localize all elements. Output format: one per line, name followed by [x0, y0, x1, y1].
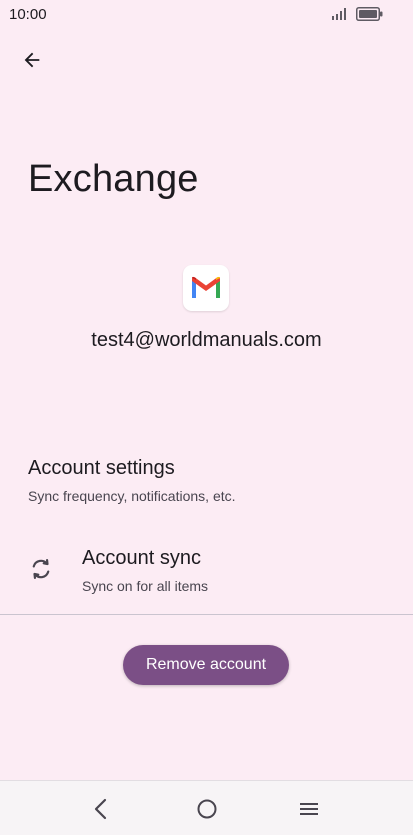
nav-menu-button[interactable]: [294, 794, 324, 824]
back-button[interactable]: [12, 40, 52, 80]
status-bar: 10:00: [0, 0, 413, 30]
nav-home-button[interactable]: [192, 794, 222, 824]
divider: [0, 614, 413, 615]
page-title: Exchange: [28, 158, 199, 200]
gmail-icon: [192, 276, 220, 298]
status-icons: [331, 7, 383, 21]
account-settings-title: Account settings: [28, 457, 175, 479]
account-settings-subtitle: Sync frequency, notifications, etc.: [28, 488, 236, 504]
home-nav-icon: [197, 799, 217, 819]
menu-nav-icon: [300, 803, 318, 815]
account-settings-item[interactable]: Account settings Sync frequency, notific…: [0, 444, 413, 524]
account-sync-subtitle: Sync on for all items: [82, 578, 209, 594]
screen: 10:00 Exchange test4@worldmanuals.com Ac…: [0, 0, 413, 835]
gmail-logo: [183, 265, 229, 311]
back-nav-icon: [94, 798, 107, 820]
navigation-bar: [0, 780, 413, 835]
signal-icon: [332, 8, 346, 20]
status-time: 10:00: [9, 6, 47, 23]
account-sync-item[interactable]: Account sync Sync on for all items: [0, 536, 413, 608]
account-email: test4@worldmanuals.com: [91, 329, 322, 351]
remove-account-button[interactable]: Remove account: [123, 645, 289, 685]
battery-icon: [356, 7, 383, 21]
arrow-left-icon: [24, 52, 40, 68]
nav-back-button[interactable]: [86, 794, 116, 824]
account-sync-title: Account sync: [82, 547, 201, 569]
sync-icon: [32, 559, 50, 579]
